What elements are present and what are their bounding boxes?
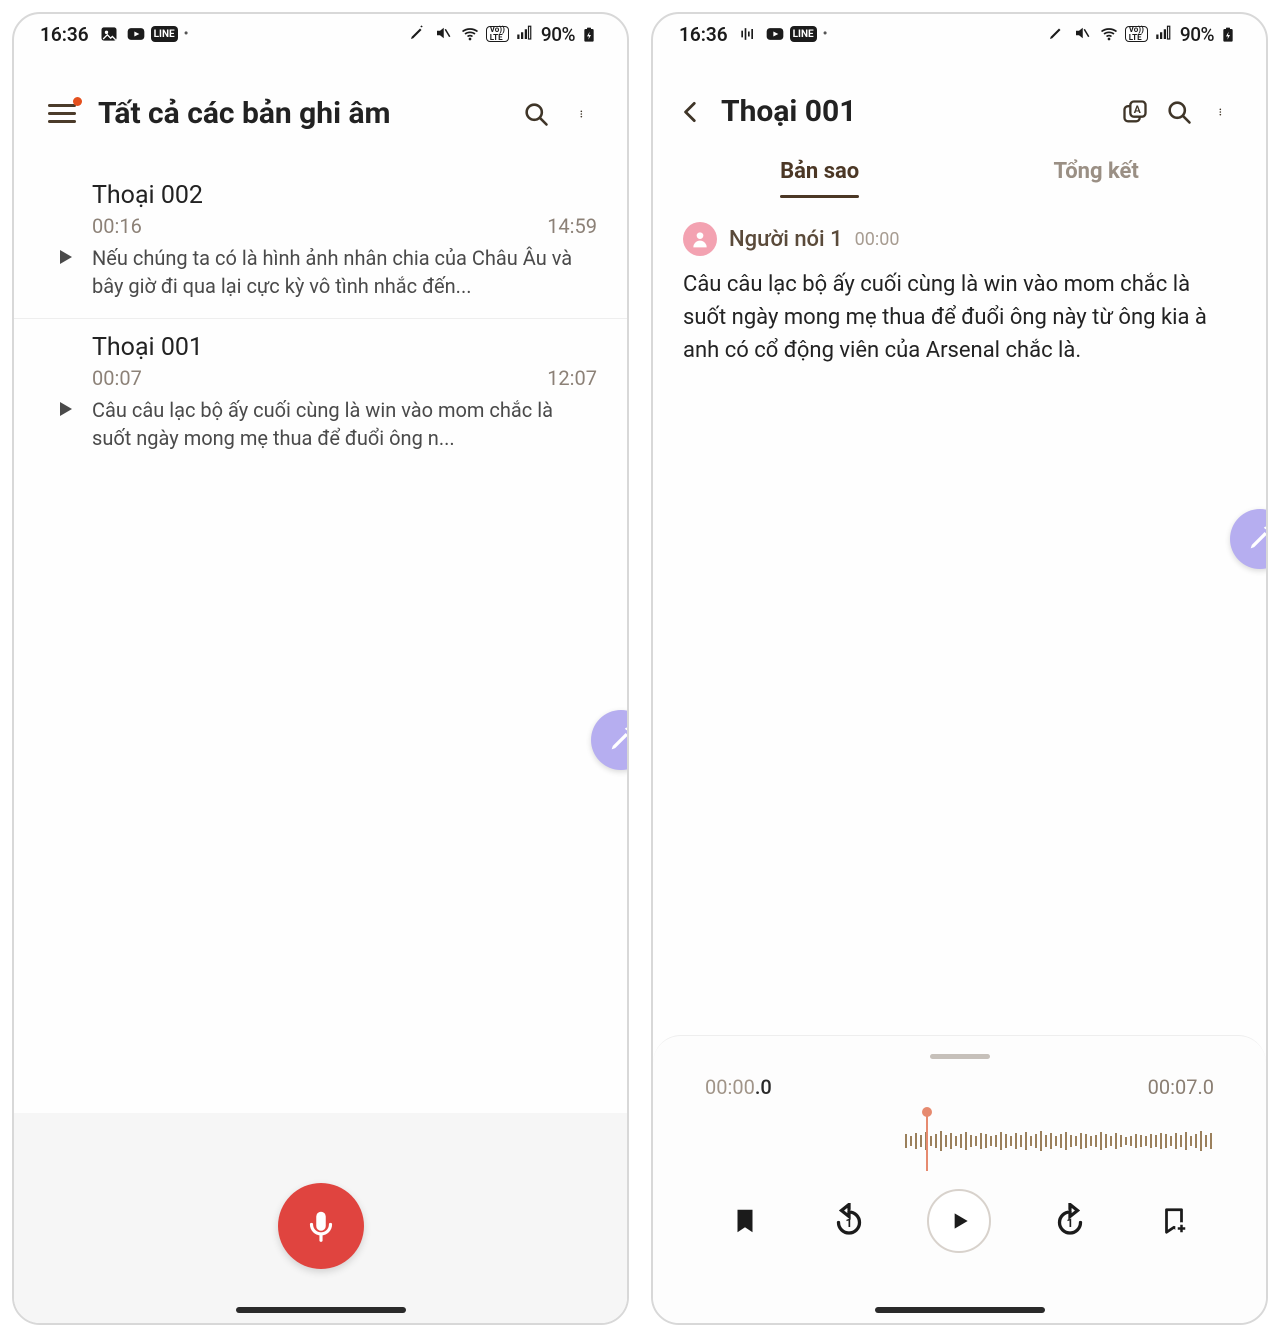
play-button[interactable] xyxy=(927,1189,991,1253)
pen-icon xyxy=(1047,24,1067,44)
svg-text:A: A xyxy=(1134,103,1142,116)
play-icon[interactable] xyxy=(38,333,92,452)
recording-time: 12:07 xyxy=(547,366,597,390)
battery-percent: 90% xyxy=(541,23,575,46)
volte-icon: Vo))LTE xyxy=(1125,26,1148,42)
bookmark-button[interactable] xyxy=(720,1196,770,1246)
more-notif-dot: • xyxy=(823,26,828,42)
battery-charging-icon xyxy=(581,24,601,44)
pen-icon xyxy=(408,24,428,44)
wifi-icon xyxy=(1099,24,1119,44)
signal-icon xyxy=(515,24,535,44)
youtube-icon xyxy=(125,24,145,44)
right-mid-area xyxy=(653,377,1266,1035)
forward-button[interactable]: 1 xyxy=(1045,1196,1095,1246)
record-button[interactable] xyxy=(278,1183,364,1269)
gallery-icon xyxy=(99,24,119,44)
phone-left: 16:36 LINE • Vo)) xyxy=(12,12,629,1325)
tabs: Bản sao Tổng kết xyxy=(653,137,1266,198)
more-button[interactable] xyxy=(569,99,599,129)
header-right: Thoại 001 A xyxy=(653,54,1266,137)
header-left: Tất cả các bản ghi âm xyxy=(14,54,627,139)
mute-icon xyxy=(1073,24,1093,44)
back-button[interactable] xyxy=(675,96,707,128)
recording-title: Thoại 002 xyxy=(92,181,597,210)
speaker-name: Người nói 1 xyxy=(729,227,843,252)
search-button[interactable] xyxy=(1164,97,1194,127)
search-button[interactable] xyxy=(521,99,551,129)
recording-time: 14:59 xyxy=(547,214,597,238)
menu-button[interactable] xyxy=(48,103,80,125)
recording-item[interactable]: Thoại 001 00:07 12:07 Câu câu lạc bộ ấy … xyxy=(14,319,627,470)
status-time: 16:36 xyxy=(679,23,728,46)
player-current-time: 00:00.0 xyxy=(705,1075,772,1099)
recording-duration: 00:16 xyxy=(92,214,142,238)
player-panel: 00:00.0 00:07.0 1 xyxy=(653,1035,1266,1323)
svg-text:1: 1 xyxy=(1067,1216,1074,1230)
rewind-button[interactable]: 1 xyxy=(824,1196,874,1246)
play-icon[interactable] xyxy=(38,181,92,300)
mute-icon xyxy=(434,24,454,44)
recordings-list-area: Thoại 002 00:16 14:59 Nếu chúng ta có là… xyxy=(14,139,627,1323)
more-notif-dot: • xyxy=(184,26,189,42)
more-button[interactable] xyxy=(1208,97,1238,127)
translate-button[interactable]: A xyxy=(1120,97,1150,127)
player-controls: 1 1 xyxy=(677,1189,1242,1253)
speaker-time: 00:00 xyxy=(855,229,900,250)
panel-handle[interactable] xyxy=(930,1054,990,1059)
speaker-avatar-icon xyxy=(683,222,717,256)
tab-summary[interactable]: Tổng kết xyxy=(1041,151,1150,198)
recording-title: Thoại 001 xyxy=(721,94,1106,129)
battery-charging-icon xyxy=(1220,24,1240,44)
edit-fab[interactable] xyxy=(1230,509,1268,569)
recording-title: Thoại 001 xyxy=(92,333,597,362)
line-icon: LINE xyxy=(790,26,817,42)
battery-percent: 90% xyxy=(1180,23,1214,46)
svg-text:1: 1 xyxy=(845,1216,852,1230)
recording-preview: Nếu chúng ta có là hình ảnh nhân chia củ… xyxy=(92,244,597,300)
recording-item[interactable]: Thoại 002 00:16 14:59 Nếu chúng ta có là… xyxy=(14,167,627,319)
status-bar: 16:36 LINE • Vo)) xyxy=(14,14,627,54)
home-indicator[interactable] xyxy=(875,1307,1045,1313)
wifi-icon xyxy=(460,24,480,44)
recording-duration: 00:07 xyxy=(92,366,142,390)
home-indicator[interactable] xyxy=(236,1307,406,1313)
youtube-icon xyxy=(764,24,784,44)
line-icon: LINE xyxy=(151,26,178,42)
waveform[interactable] xyxy=(677,1111,1242,1171)
add-bookmark-button[interactable] xyxy=(1149,1196,1199,1246)
levels-icon xyxy=(738,24,758,44)
recordings-list: Thoại 002 00:16 14:59 Nếu chúng ta có là… xyxy=(14,139,627,470)
signal-icon xyxy=(1154,24,1174,44)
transcript-text[interactable]: Câu câu lạc bộ ấy cuối cùng là win vào m… xyxy=(683,268,1236,367)
transcript-area: Người nói 1 00:00 Câu câu lạc bộ ấy cuối… xyxy=(653,198,1266,377)
page-title: Tất cả các bản ghi âm xyxy=(98,96,503,131)
player-total-time: 00:07.0 xyxy=(1148,1075,1214,1099)
recording-preview: Câu câu lạc bộ ấy cuối cùng là win vào m… xyxy=(92,396,597,452)
edit-fab[interactable] xyxy=(591,710,629,770)
tab-transcript[interactable]: Bản sao xyxy=(768,151,871,198)
status-bar: 16:36 LINE • Vo)) xyxy=(653,14,1266,54)
status-time: 16:36 xyxy=(40,23,89,46)
phone-right: 16:36 LINE • Vo)) xyxy=(651,12,1268,1325)
volte-icon: Vo))LTE xyxy=(486,26,509,42)
playhead[interactable] xyxy=(926,1111,928,1171)
